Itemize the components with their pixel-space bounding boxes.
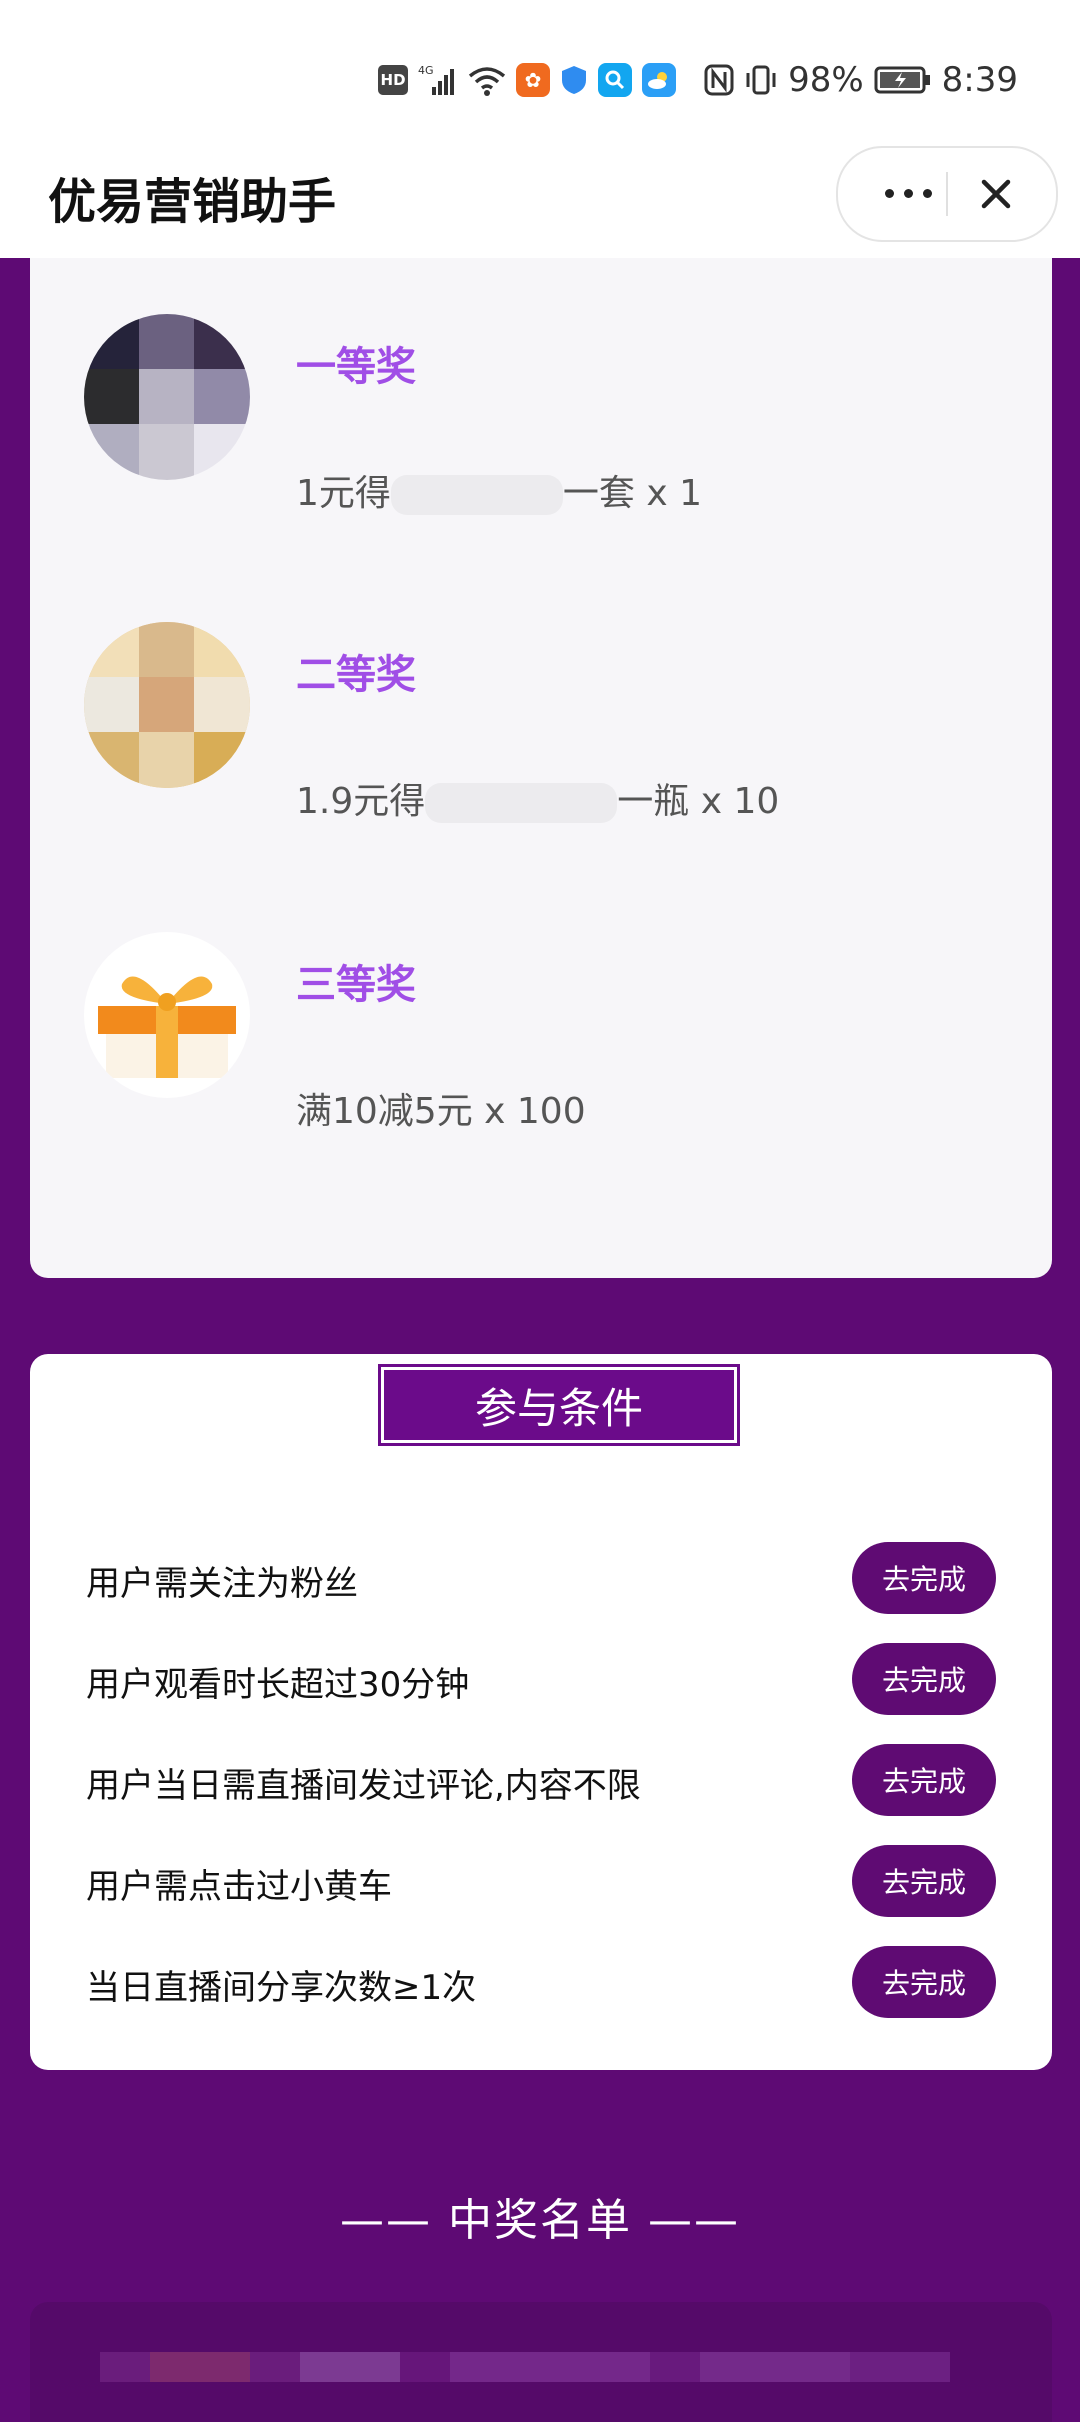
svg-text:4G: 4G xyxy=(418,64,434,77)
condition-row: 用户当日需直播间发过评论,内容不限 去完成 xyxy=(30,1740,1052,1820)
go-complete-button[interactable]: 去完成 xyxy=(852,1845,996,1917)
redacted-pixel xyxy=(650,2352,700,2382)
search-app-icon xyxy=(598,63,633,97)
prize-desc-prefix: 1元得 xyxy=(296,473,391,514)
prize-list-card: 一等奖 1元得 一套 x 1 二等奖 1.9元得 一瓶 x 10 三等奖 满10… xyxy=(30,258,1052,1278)
condition-row: 用户观看时长超过30分钟 去完成 xyxy=(30,1639,1052,1719)
prize-desc-suffix: 一套 x 1 xyxy=(562,473,703,514)
conditions-title: 参与条件 xyxy=(474,1383,643,1433)
more-dot xyxy=(903,188,913,198)
prize-image xyxy=(84,622,250,788)
app-notification-icon: ✿ xyxy=(516,63,551,97)
prize-level: 一等奖 xyxy=(296,344,416,390)
redacted-pixel xyxy=(250,2352,300,2382)
gift-box-icon xyxy=(84,932,250,1098)
winner-list-panel xyxy=(30,2302,1052,2422)
capsule-divider xyxy=(946,172,948,216)
prize-item-first: 一等奖 1元得 一套 x 1 xyxy=(30,314,1052,516)
weather-app-icon xyxy=(642,63,677,97)
go-complete-button[interactable]: 去完成 xyxy=(852,1744,996,1816)
redacted-pixel xyxy=(100,2352,150,2382)
prize-item-second: 二等奖 1.9元得 一瓶 x 10 xyxy=(30,622,1052,824)
redacted-text xyxy=(390,475,563,515)
clock: 8:39 xyxy=(941,60,1018,100)
condition-row: 用户需关注为粉丝 去完成 xyxy=(30,1538,1052,1618)
prize-item-third: 三等奖 满10减5元 x 100 xyxy=(30,932,1052,1132)
condition-row: 用户需点击过小黄车 去完成 xyxy=(30,1841,1052,1921)
status-icons: HD 4G ✿ 98% 8:39 xyxy=(378,56,1018,104)
condition-text: 用户观看时长超过30分钟 xyxy=(86,1665,470,1705)
vibrate-icon xyxy=(744,64,778,96)
prize-desc-prefix: 满10减5元 x 100 xyxy=(296,1091,586,1132)
prize-level: 二等奖 xyxy=(296,652,416,698)
prize-description: 1元得 一套 x 1 xyxy=(296,464,702,516)
cellular-signal-icon: 4G xyxy=(418,63,458,97)
winner-list-heading: —— 中奖名单 —— xyxy=(340,2195,740,2246)
prize-description: 1.9元得 一瓶 x 10 xyxy=(296,772,779,824)
go-complete-button[interactable]: 去完成 xyxy=(852,1542,996,1614)
prize-description: 满10减5元 x 100 xyxy=(296,1082,586,1134)
go-complete-button[interactable]: 去完成 xyxy=(852,1946,996,2018)
redacted-pixel xyxy=(150,2352,250,2382)
more-dots-icon xyxy=(884,188,894,198)
capsule-menu xyxy=(836,146,1058,242)
condition-row: 当日直播间分享次数≥1次 去完成 xyxy=(30,1942,1052,2022)
prize-image xyxy=(84,314,250,480)
hd-icon: HD xyxy=(378,65,409,95)
mini-program-nav-bar: 优易营销助手 xyxy=(0,146,1080,258)
wifi-icon xyxy=(468,64,506,96)
condition-text: 用户需点击过小黄车 xyxy=(86,1867,392,1907)
prize-desc-prefix: 1.9元得 xyxy=(296,781,426,822)
conditions-title-box: 参与条件 xyxy=(378,1364,740,1446)
battery-percent: 98% xyxy=(788,60,864,100)
redacted-pixel xyxy=(300,2352,400,2382)
nfc-icon xyxy=(704,64,734,96)
redacted-text xyxy=(425,783,618,823)
go-complete-button[interactable]: 去完成 xyxy=(852,1643,996,1715)
participation-conditions-card: 参与条件 用户需关注为粉丝 去完成 用户观看时长超过30分钟 去完成 用户当日需… xyxy=(30,1354,1052,2070)
redacted-pixel xyxy=(850,2352,950,2382)
close-icon xyxy=(981,179,1011,209)
prize-desc-suffix: 一瓶 x 10 xyxy=(617,781,780,822)
condition-text: 当日直播间分享次数≥1次 xyxy=(86,1968,477,2008)
redacted-pixel xyxy=(400,2352,450,2382)
status-bar: HD 4G ✿ 98% 8:39 xyxy=(0,0,1080,150)
more-button[interactable] xyxy=(868,170,948,216)
prize-level: 三等奖 xyxy=(296,962,416,1008)
shield-icon xyxy=(560,64,588,96)
more-dot xyxy=(922,188,932,198)
condition-text: 用户需关注为粉丝 xyxy=(86,1564,358,1604)
redacted-pixel xyxy=(700,2352,850,2382)
page-title: 优易营销助手 xyxy=(48,174,337,230)
close-button[interactable] xyxy=(968,166,1024,222)
condition-text: 用户当日需直播间发过评论,内容不限 xyxy=(86,1766,641,1806)
redacted-pixel xyxy=(450,2352,650,2382)
battery-charging-icon xyxy=(874,64,932,96)
